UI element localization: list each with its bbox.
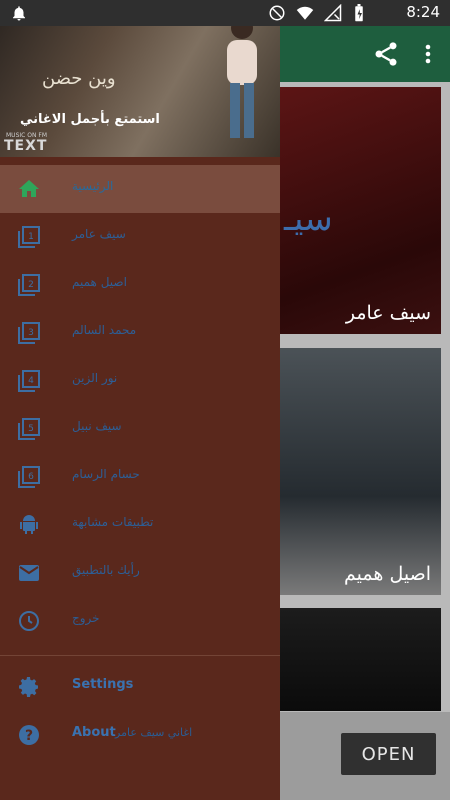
navigation-drawer: وين حضن استمتع بأجمل الاغاني MUSIC ON FM…	[0, 0, 280, 800]
svg-text:3: 3	[28, 328, 34, 338]
music-library-icon: 3	[18, 322, 40, 344]
svg-text:?: ?	[25, 728, 33, 744]
drawer-item-settings[interactable]: Settings	[0, 663, 280, 711]
gear-icon	[19, 677, 38, 697]
status-icons	[268, 4, 366, 22]
drawer-item-label: Settings	[72, 677, 134, 692]
drawer-item-label: محمد السالم	[72, 323, 137, 337]
drawer-item-about[interactable]: ? About اغاني سيف عامر	[0, 711, 280, 759]
drawer-item-label: اصيل هميم	[72, 275, 127, 289]
svg-text:2: 2	[28, 280, 34, 290]
svg-text:6: 6	[28, 472, 34, 482]
android-icon	[20, 515, 38, 534]
drawer-item-artist[interactable]: 2 اصيل هميم	[0, 261, 280, 309]
battery-icon	[355, 4, 363, 22]
notification-bell-icon	[13, 6, 25, 21]
drawer-item-artist[interactable]: 6 حسام الرسام	[0, 453, 280, 501]
drawer-item-artist[interactable]: 4 نور الزين	[0, 357, 280, 405]
music-library-icon: 5	[18, 418, 40, 440]
music-library-icon: 1	[18, 226, 40, 248]
exit-icon	[19, 611, 39, 631]
drawer-item-similar-apps[interactable]: تطبيقات مشابهة	[0, 501, 280, 549]
drawer-item-artist[interactable]: 1 سيف عامر	[0, 213, 280, 261]
signal-icon	[324, 4, 342, 22]
mail-icon	[19, 565, 39, 581]
status-bar: 8:24	[0, 0, 450, 26]
drawer-scrim[interactable]	[280, 26, 450, 800]
drawer-item-label: نور الزين	[72, 371, 118, 385]
help-icon: ?	[19, 725, 39, 745]
header-subtitle: استمتع بأجمل الاغاني	[20, 112, 160, 127]
header-photo	[227, 17, 257, 138]
music-library-icon: 4	[18, 370, 40, 392]
drawer-item-artist[interactable]: 5 سيف نبيل	[0, 405, 280, 453]
drawer-item-label: خروج	[72, 611, 100, 625]
home-icon	[19, 180, 39, 197]
drawer-item-label: الرئيسية	[72, 179, 114, 193]
drawer-item-artist[interactable]: 3 محمد السالم	[0, 309, 280, 357]
drawer-item-label: سيف عامر	[72, 227, 126, 241]
about-app-name: اغاني سيف عامر	[115, 726, 193, 739]
svg-text:5: 5	[28, 424, 34, 434]
drawer-divider	[0, 655, 280, 656]
drawer-item-label: سيف نبيل	[72, 419, 122, 433]
drawer-item-feedback[interactable]: رأيك بالتطبيق	[0, 549, 280, 597]
drawer-item-label: حسام الرسام	[72, 467, 140, 481]
svg-text:1: 1	[28, 232, 34, 242]
drawer-item-exit[interactable]: خروج	[0, 597, 280, 645]
watermark-large: TEXT	[4, 138, 48, 154]
wifi-icon	[296, 6, 314, 20]
app-logo: وين حضن	[42, 68, 116, 89]
drawer-item-label: تطبيقات مشابهة	[72, 515, 154, 529]
do-not-disturb-icon	[269, 5, 285, 21]
svg-text:4: 4	[28, 376, 34, 386]
status-time: 8:24	[406, 3, 440, 21]
drawer-item-label: About	[72, 725, 116, 740]
music-library-icon: 6	[18, 466, 40, 488]
drawer-item-label: رأيك بالتطبيق	[72, 563, 140, 577]
music-library-icon: 2	[18, 274, 40, 296]
drawer-item-home[interactable]: الرئيسية	[0, 165, 280, 213]
